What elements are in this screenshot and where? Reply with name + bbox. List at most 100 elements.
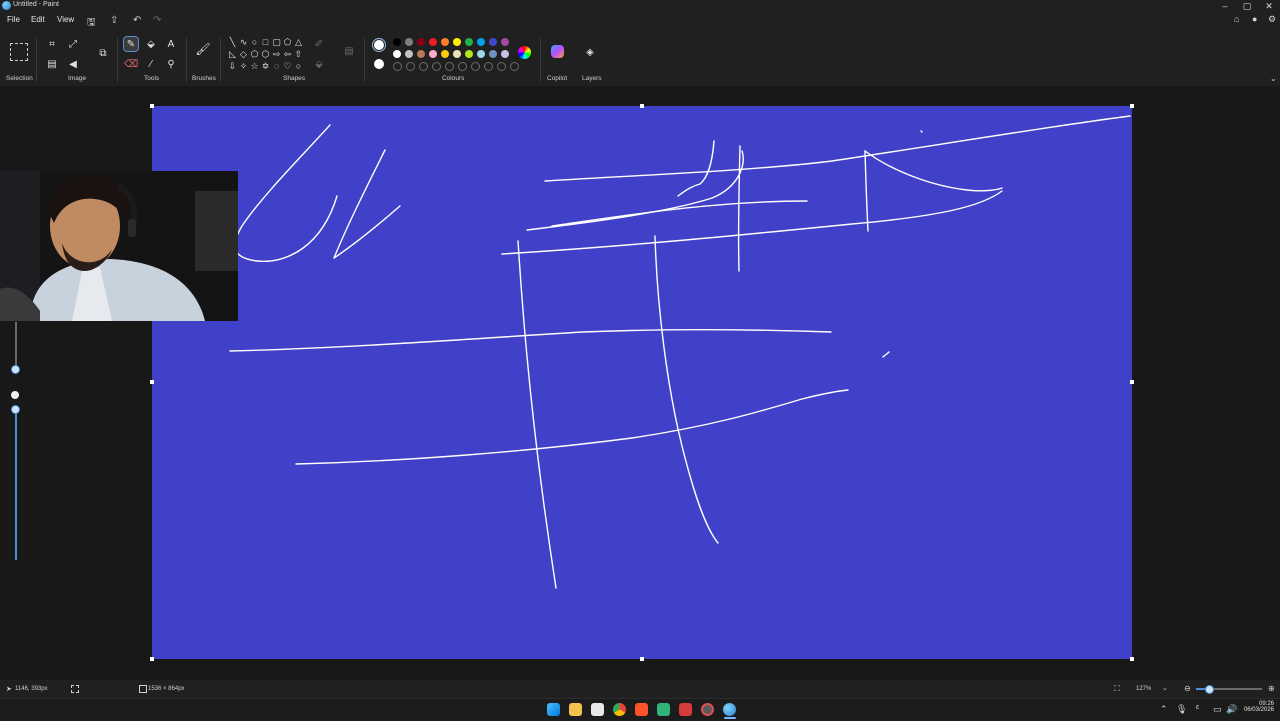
- secondary-colour-swatch[interactable]: [374, 59, 384, 69]
- canvas-resize-handle[interactable]: [150, 380, 154, 384]
- layers-icon[interactable]: ◈: [583, 45, 597, 59]
- opacity-track[interactable]: [15, 406, 17, 560]
- canvas-resize-handle[interactable]: [1130, 380, 1134, 384]
- canvas-resize-handle[interactable]: [150, 657, 154, 661]
- colour-swatch[interactable]: [393, 38, 401, 46]
- colour-swatch[interactable]: [477, 38, 485, 46]
- red-app-icon[interactable]: [679, 703, 692, 716]
- custom-colour-slot[interactable]: [432, 62, 441, 71]
- custom-colour-slot[interactable]: [406, 62, 415, 71]
- eraser-icon[interactable]: ⌫: [124, 57, 138, 71]
- redo-icon[interactable]: ↷: [153, 15, 161, 26]
- diamond-shape-icon[interactable]: ◇: [238, 49, 249, 61]
- opacity-knob[interactable]: [11, 405, 20, 414]
- zoom-slider-knob[interactable]: [1205, 685, 1214, 694]
- colour-swatch[interactable]: [489, 38, 497, 46]
- oval-shape-icon[interactable]: ○: [249, 37, 260, 49]
- colour-picker-icon[interactable]: ⁄: [144, 57, 158, 71]
- magnifier-icon[interactable]: ⚲: [164, 57, 178, 71]
- ribbon-collapse-icon[interactable]: ⌄: [1270, 74, 1277, 83]
- triangle-shape-icon[interactable]: △: [293, 37, 304, 49]
- canvas-resize-handle[interactable]: [640, 104, 644, 108]
- edit-colours-icon[interactable]: [518, 46, 531, 59]
- six-point-star-shape-icon[interactable]: ✡: [260, 61, 271, 73]
- custom-colour-slot[interactable]: [497, 62, 506, 71]
- custom-colour-slot[interactable]: [393, 62, 402, 71]
- canvas-resize-handle[interactable]: [1130, 104, 1134, 108]
- colour-swatch[interactable]: [489, 50, 497, 58]
- calendar-app-icon[interactable]: [591, 703, 604, 716]
- undo-icon[interactable]: ↶: [133, 15, 141, 26]
- file-explorer-icon[interactable]: [569, 703, 582, 716]
- down-arrow-shape-icon[interactable]: ⇩: [227, 61, 238, 73]
- colour-swatch[interactable]: [417, 50, 425, 58]
- drawing-canvas[interactable]: [152, 106, 1132, 659]
- rotate-icon[interactable]: ◀: [66, 57, 80, 71]
- lightning-shape-icon[interactable]: ○: [293, 61, 304, 73]
- four-point-star-shape-icon[interactable]: ✧: [238, 61, 249, 73]
- language-icon[interactable]: ε: [1196, 704, 1199, 711]
- crop-icon[interactable]: ⌗: [45, 37, 59, 51]
- custom-colour-slot[interactable]: [471, 62, 480, 71]
- volume-icon[interactable]: 🔊: [1226, 704, 1237, 715]
- zoom-out-icon[interactable]: ⊖: [1184, 684, 1191, 693]
- hexagon-shape-icon[interactable]: ⬡: [260, 49, 271, 61]
- clock[interactable]: 09:26 06/03/2026: [1242, 701, 1274, 713]
- custom-colour-slot[interactable]: [458, 62, 467, 71]
- custom-colour-slot[interactable]: [484, 62, 493, 71]
- colour-swatch[interactable]: [477, 50, 485, 58]
- rounded-rectangle-shape-icon[interactable]: ▢: [271, 37, 282, 49]
- colour-swatch[interactable]: [393, 50, 401, 58]
- up-arrow-shape-icon[interactable]: ⇧: [293, 49, 304, 61]
- colour-swatch[interactable]: [441, 50, 449, 58]
- polygon-shape-icon[interactable]: ⬠: [282, 37, 293, 49]
- menu-file[interactable]: File: [7, 15, 20, 24]
- background-remove-icon[interactable]: ▤: [45, 57, 59, 71]
- five-point-star-shape-icon[interactable]: ☆: [249, 61, 260, 73]
- resize-icon[interactable]: ⤢: [66, 37, 80, 51]
- heart-shape-icon[interactable]: ♡: [282, 61, 293, 73]
- brave-icon[interactable]: [635, 703, 648, 716]
- minimize-button[interactable]: –: [1214, 0, 1236, 12]
- line-shape-icon[interactable]: ╲: [227, 37, 238, 49]
- tray-overflow-icon[interactable]: ⌃: [1160, 704, 1168, 715]
- colour-swatch[interactable]: [501, 38, 509, 46]
- paint-taskbar-icon[interactable]: [723, 703, 736, 716]
- menu-edit[interactable]: Edit: [31, 15, 45, 24]
- colour-swatch[interactable]: [405, 50, 413, 58]
- colour-swatch[interactable]: [453, 38, 461, 46]
- network-icon[interactable]: ▭: [1213, 704, 1222, 715]
- microphone-icon[interactable]: 🎙: [1176, 704, 1187, 715]
- settings-app-icon[interactable]: [701, 703, 714, 716]
- custom-colour-slot[interactable]: [510, 62, 519, 71]
- colour-swatch[interactable]: [429, 50, 437, 58]
- menu-view[interactable]: View: [57, 15, 74, 24]
- rectangle-shape-icon[interactable]: □: [260, 37, 271, 49]
- colour-swatch[interactable]: [465, 50, 473, 58]
- pentagon-shape-icon[interactable]: ⬠: [249, 49, 260, 61]
- share-icon[interactable]: ⇪: [110, 15, 118, 26]
- settings-icon[interactable]: ⚙: [1268, 14, 1276, 25]
- custom-colour-slot[interactable]: [445, 62, 454, 71]
- shapes-gallery[interactable]: ╲ ∿ ○ □ ▢ ⬠ △ ◺ ◇ ⬠ ⬡ ⇨ ⇦ ⇧ ⇩ ✧ ☆ ✡ ◌ ♡ …: [227, 37, 307, 73]
- canvas-resize-handle[interactable]: [150, 104, 154, 108]
- curve-shape-icon[interactable]: ∿: [238, 37, 249, 49]
- stroke-size-knob[interactable]: [11, 365, 20, 374]
- copilot-icon[interactable]: [551, 45, 564, 58]
- selection-icon[interactable]: [10, 43, 28, 61]
- image-select-icon[interactable]: ⧉: [96, 46, 110, 60]
- chrome-icon[interactable]: [613, 703, 626, 716]
- fill-icon[interactable]: ⬙: [144, 37, 158, 51]
- notifications-icon[interactable]: ⌂: [1234, 14, 1239, 24]
- right-arrow-shape-icon[interactable]: ⇨: [271, 49, 282, 61]
- fit-to-window-icon[interactable]: ⛶: [1114, 684, 1120, 694]
- zoom-in-icon[interactable]: ⊕: [1268, 684, 1275, 693]
- colour-swatch[interactable]: [465, 38, 473, 46]
- windows-start-icon[interactable]: [547, 703, 560, 716]
- colour-swatch[interactable]: [417, 38, 425, 46]
- shape-outline-icon[interactable]: ✐: [312, 37, 326, 51]
- maximize-button[interactable]: ▢: [1236, 0, 1258, 12]
- terminal-app-icon[interactable]: [657, 703, 670, 716]
- callout-shape-icon[interactable]: ◌: [271, 61, 282, 73]
- colour-swatch[interactable]: [441, 38, 449, 46]
